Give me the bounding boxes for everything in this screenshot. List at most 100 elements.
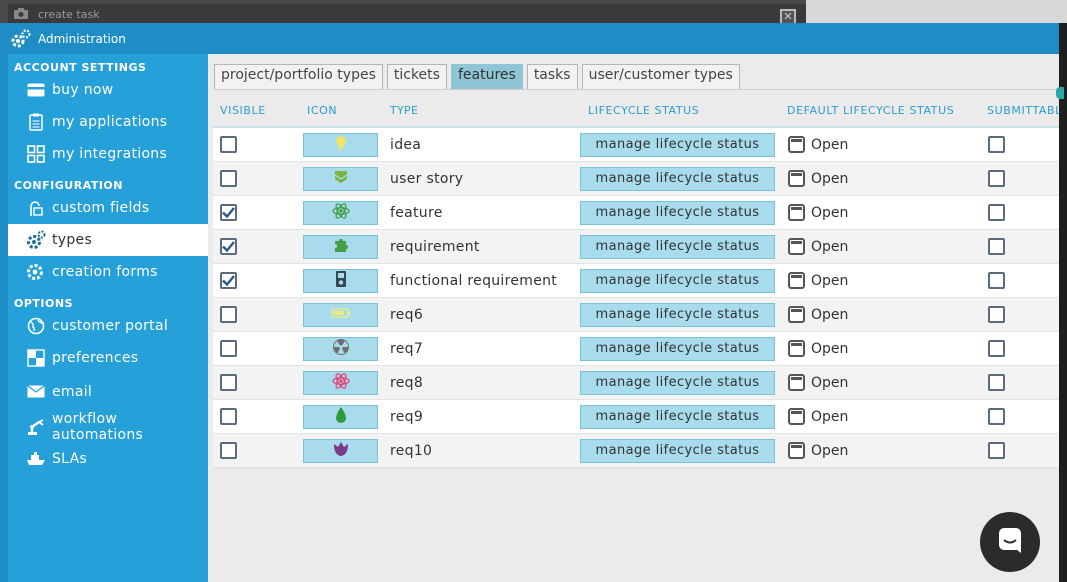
type-name[interactable]: req7 — [383, 341, 580, 357]
visible-checkbox[interactable] — [220, 170, 237, 187]
submittable-cell — [980, 306, 1059, 323]
default-status-selector[interactable]: Open — [788, 170, 980, 187]
icon-picker-button[interactable] — [303, 370, 378, 395]
submittable-checkbox[interactable] — [988, 374, 1005, 391]
drop-icon — [335, 406, 347, 428]
submittable-checkbox[interactable] — [988, 204, 1005, 221]
manage-lifecycle-status-button[interactable]: manage lifecycle status — [580, 438, 775, 463]
administration-modal: Administration ACCOUNT SETTINGS buy now … — [0, 23, 1067, 582]
manage-lifecycle-status-button[interactable]: manage lifecycle status — [580, 336, 775, 361]
icon-picker-button[interactable] — [303, 234, 378, 259]
visible-checkbox[interactable] — [220, 204, 237, 221]
type-name[interactable]: idea — [383, 137, 580, 153]
lifecycle-cell: manage lifecycle status — [580, 302, 780, 327]
manage-lifecycle-status-button[interactable]: manage lifecycle status — [580, 200, 775, 225]
default-lifecycle-cell: Open — [780, 170, 980, 187]
icon-picker-button[interactable] — [303, 336, 378, 361]
visible-cell — [213, 442, 303, 459]
submittable-checkbox[interactable] — [988, 408, 1005, 425]
icon-picker-button[interactable] — [303, 166, 378, 191]
folder-icon — [788, 272, 805, 289]
icon-picker-button[interactable] — [303, 132, 378, 157]
header-type: TYPE — [390, 103, 419, 117]
icon-picker-button[interactable] — [303, 200, 378, 225]
type-name[interactable]: requirement — [383, 239, 580, 255]
default-status-selector[interactable]: Open — [788, 136, 980, 153]
visible-checkbox[interactable] — [220, 238, 237, 255]
submittable-checkbox[interactable] — [988, 306, 1005, 323]
icon-picker-button[interactable] — [303, 268, 378, 293]
manage-lifecycle-status-button[interactable]: manage lifecycle status — [580, 268, 775, 293]
sidebar-item-slas[interactable]: SLAs — [8, 444, 208, 474]
sidebar-item-customer-portal[interactable]: customer portal — [8, 310, 208, 342]
icon-cell — [303, 268, 383, 293]
submittable-checkbox[interactable] — [988, 272, 1005, 289]
sidebar-item-email[interactable]: email — [8, 374, 208, 409]
type-name[interactable]: req8 — [383, 375, 580, 391]
visible-checkbox[interactable] — [220, 442, 237, 459]
manage-lifecycle-status-button[interactable]: manage lifecycle status — [580, 302, 775, 327]
tab-tickets[interactable]: tickets — [386, 64, 447, 90]
submittable-checkbox[interactable] — [988, 238, 1005, 255]
manage-lifecycle-status-button[interactable]: manage lifecycle status — [580, 404, 775, 429]
tab-tasks[interactable]: tasks — [526, 64, 578, 90]
sidebar-item-label: my applications — [52, 114, 168, 130]
visible-checkbox[interactable] — [220, 306, 237, 323]
default-status-selector[interactable]: Open — [788, 374, 980, 391]
default-lifecycle-cell: Open — [780, 204, 980, 221]
visible-checkbox[interactable] — [220, 374, 237, 391]
default-status-value: Open — [811, 442, 849, 459]
visible-checkbox[interactable] — [220, 272, 237, 289]
submittable-checkbox[interactable] — [988, 442, 1005, 459]
sidebar-item-my-integrations[interactable]: my integrations — [8, 138, 208, 170]
header-visible: VISIBLE — [220, 103, 266, 117]
default-status-selector[interactable]: Open — [788, 408, 980, 425]
type-name[interactable]: functional requirement — [383, 273, 580, 289]
sidebar-item-buy-now[interactable]: buy now — [8, 74, 208, 106]
submittable-checkbox[interactable] — [988, 136, 1005, 153]
visible-checkbox[interactable] — [220, 340, 237, 357]
type-name[interactable]: user story — [383, 171, 580, 187]
tab-user-customer-types[interactable]: user/customer types — [581, 64, 740, 90]
tab-features[interactable]: features — [450, 64, 523, 90]
icon-cell — [303, 404, 383, 429]
icon-picker-button[interactable] — [303, 438, 378, 463]
manage-lifecycle-status-button[interactable]: manage lifecycle status — [580, 234, 775, 259]
sidebar-item-workflow-automations[interactable]: workflow automations — [8, 409, 208, 444]
default-status-selector[interactable]: Open — [788, 238, 980, 255]
default-status-value: Open — [811, 204, 849, 221]
icon-picker-button[interactable] — [303, 302, 378, 327]
type-name[interactable]: req6 — [383, 307, 580, 323]
submittable-checkbox[interactable] — [988, 170, 1005, 187]
lifecycle-cell: manage lifecycle status — [580, 132, 780, 157]
type-name[interactable]: req10 — [383, 443, 580, 459]
manage-lifecycle-status-button[interactable]: manage lifecycle status — [580, 132, 775, 157]
sidebar-item-creation-forms[interactable]: creation forms — [8, 256, 208, 288]
sidebar-item-label: buy now — [52, 82, 114, 98]
manage-lifecycle-status-button[interactable]: manage lifecycle status — [580, 370, 775, 395]
sidebar-item-preferences[interactable]: preferences — [8, 342, 208, 374]
type-name[interactable]: req9 — [383, 409, 580, 425]
default-lifecycle-cell: Open — [780, 272, 980, 289]
type-name[interactable]: feature — [383, 205, 580, 221]
default-status-selector[interactable]: Open — [788, 272, 980, 289]
default-status-selector[interactable]: Open — [788, 204, 980, 221]
background-window: create task ✕ — [0, 0, 1067, 25]
chat-widget-button[interactable] — [980, 512, 1040, 572]
icon-picker-button[interactable] — [303, 404, 378, 429]
manage-lifecycle-status-button[interactable]: manage lifecycle status — [580, 166, 775, 191]
default-status-selector[interactable]: Open — [788, 306, 980, 323]
visible-checkbox[interactable] — [220, 408, 237, 425]
sidebar-item-types[interactable]: types — [8, 224, 208, 256]
lifecycle-cell: manage lifecycle status — [580, 166, 780, 191]
visible-checkbox[interactable] — [220, 136, 237, 153]
header-submittable: SUBMITTABLE — [987, 103, 1059, 117]
table-row: requirement manage lifecycle status Open — [213, 230, 1059, 264]
sidebar-item-my-applications[interactable]: my applications — [8, 106, 208, 138]
default-status-selector[interactable]: Open — [788, 340, 980, 357]
submittable-checkbox[interactable] — [988, 340, 1005, 357]
sidebar-item-custom-fields[interactable]: custom fields — [8, 192, 208, 224]
submittable-cell — [980, 136, 1059, 153]
default-status-selector[interactable]: Open — [788, 442, 980, 459]
tab-project-portfolio-types[interactable]: project/portfolio types — [214, 64, 383, 90]
